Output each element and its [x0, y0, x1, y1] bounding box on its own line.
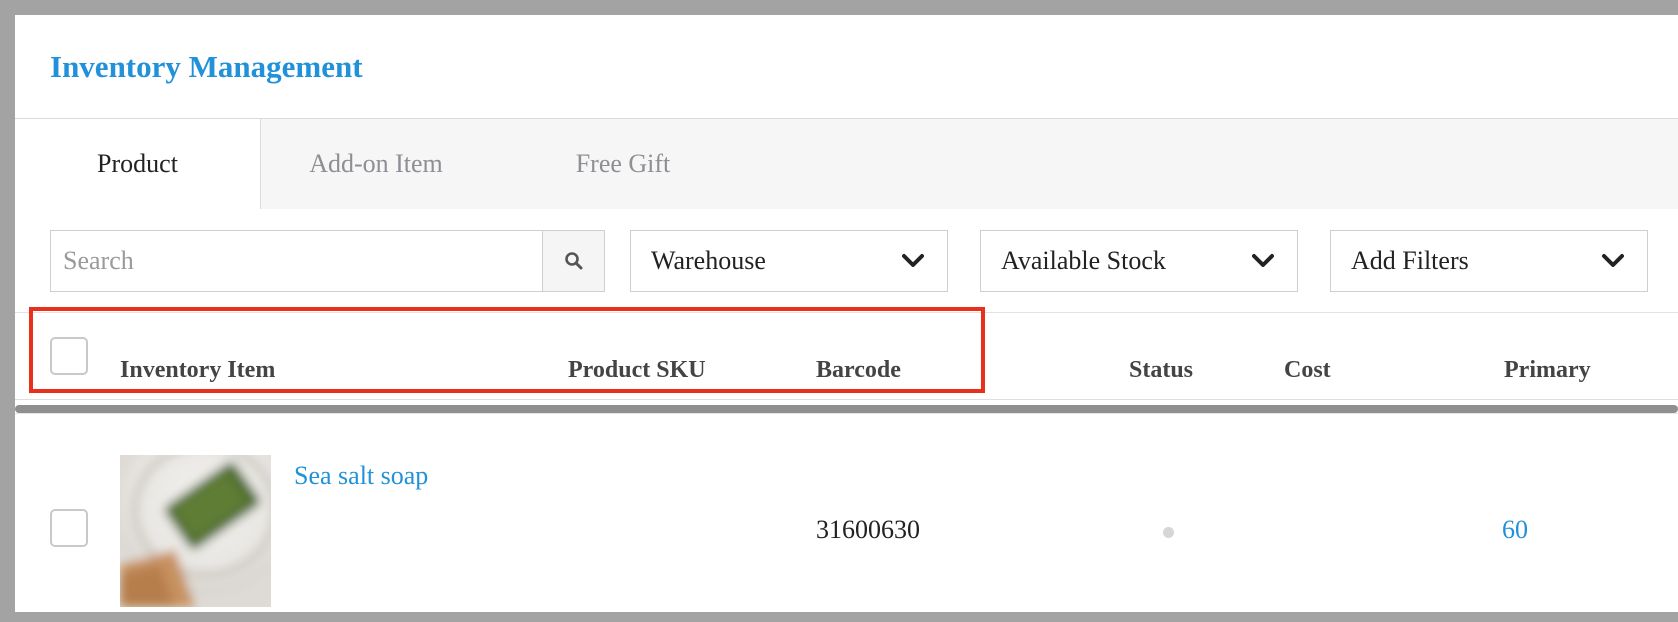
table-header-divider: [15, 399, 1678, 400]
tab-free-gift[interactable]: Free Gift: [543, 119, 703, 209]
filters-divider: [15, 312, 1678, 313]
tab-product[interactable]: Product: [15, 119, 261, 209]
available-stock-dropdown[interactable]: Available Stock: [980, 230, 1298, 292]
page-header: Inventory Management: [15, 15, 1678, 119]
chevron-down-icon: [1252, 254, 1274, 267]
row-select-checkbox[interactable]: [50, 509, 88, 547]
horizontal-scrollbar[interactable]: [15, 405, 1678, 413]
column-header-product-sku[interactable]: Product SKU: [568, 357, 706, 384]
select-all-checkbox[interactable]: [50, 337, 88, 375]
row-divider: [15, 413, 1678, 414]
column-header-status[interactable]: Status: [1129, 357, 1193, 384]
available-stock-dropdown-label: Available Stock: [1001, 246, 1166, 275]
product-thumbnail: [120, 455, 271, 607]
inventory-item-link[interactable]: Sea salt soap: [294, 461, 428, 491]
primary-stock-link[interactable]: 60: [1502, 515, 1528, 545]
status-indicator: [1163, 527, 1174, 538]
add-filters-dropdown[interactable]: Add Filters: [1330, 230, 1648, 292]
warehouse-dropdown[interactable]: Warehouse: [630, 230, 948, 292]
tab-add-on-item[interactable]: Add-on Item: [281, 119, 471, 209]
soap-image: [120, 455, 271, 607]
search-icon: [564, 252, 582, 270]
chevron-down-icon: [1602, 254, 1624, 267]
add-filters-dropdown-label: Add Filters: [1351, 246, 1469, 275]
column-header-inventory-item[interactable]: Inventory Item: [120, 357, 275, 384]
column-header-cost[interactable]: Cost: [1284, 357, 1331, 384]
search-button[interactable]: [542, 231, 604, 291]
tab-bar: Product Add-on Item Free Gift: [15, 119, 1678, 209]
search-input[interactable]: [51, 231, 529, 291]
chevron-down-icon: [902, 254, 924, 267]
barcode-value: 31600630: [816, 515, 920, 544]
search-box: [50, 230, 605, 292]
page-title: Inventory Management: [50, 49, 363, 84]
column-header-primary[interactable]: Primary: [1504, 357, 1591, 384]
warehouse-dropdown-label: Warehouse: [651, 246, 766, 275]
column-header-barcode[interactable]: Barcode: [816, 357, 901, 384]
inventory-panel: Inventory Management Product Add-on Item…: [15, 15, 1678, 612]
